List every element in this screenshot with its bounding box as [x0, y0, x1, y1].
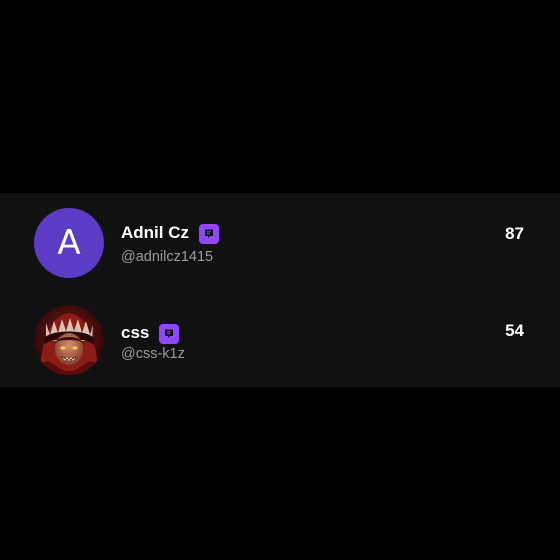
chat-badge-icon [199, 224, 219, 244]
score-value: 54 [505, 321, 524, 340]
name-line: Adnil Cz [121, 221, 219, 244]
screen: A Adnil Cz @adnilcz1415 87 css @css-k1z … [0, 0, 560, 560]
user-handle: @adnilcz1415 [121, 249, 214, 265]
score-value: 87 [505, 224, 524, 243]
list-item[interactable]: A Adnil Cz @adnilcz1415 87 [0, 193, 560, 290]
user-handle: @css-k1z [121, 346, 185, 362]
avatar[interactable]: A [34, 208, 104, 278]
name-line: css [121, 321, 180, 344]
user-name[interactable]: Adnil Cz [121, 223, 189, 243]
chat-badge-icon [159, 324, 180, 344]
avatar[interactable] [34, 305, 104, 375]
user-name[interactable]: css [121, 323, 149, 343]
user-list: A Adnil Cz @adnilcz1415 87 css @css-k1z … [0, 193, 560, 387]
list-item[interactable]: css @css-k1z 54 [0, 290, 560, 387]
avatar-initial: A [57, 223, 81, 263]
